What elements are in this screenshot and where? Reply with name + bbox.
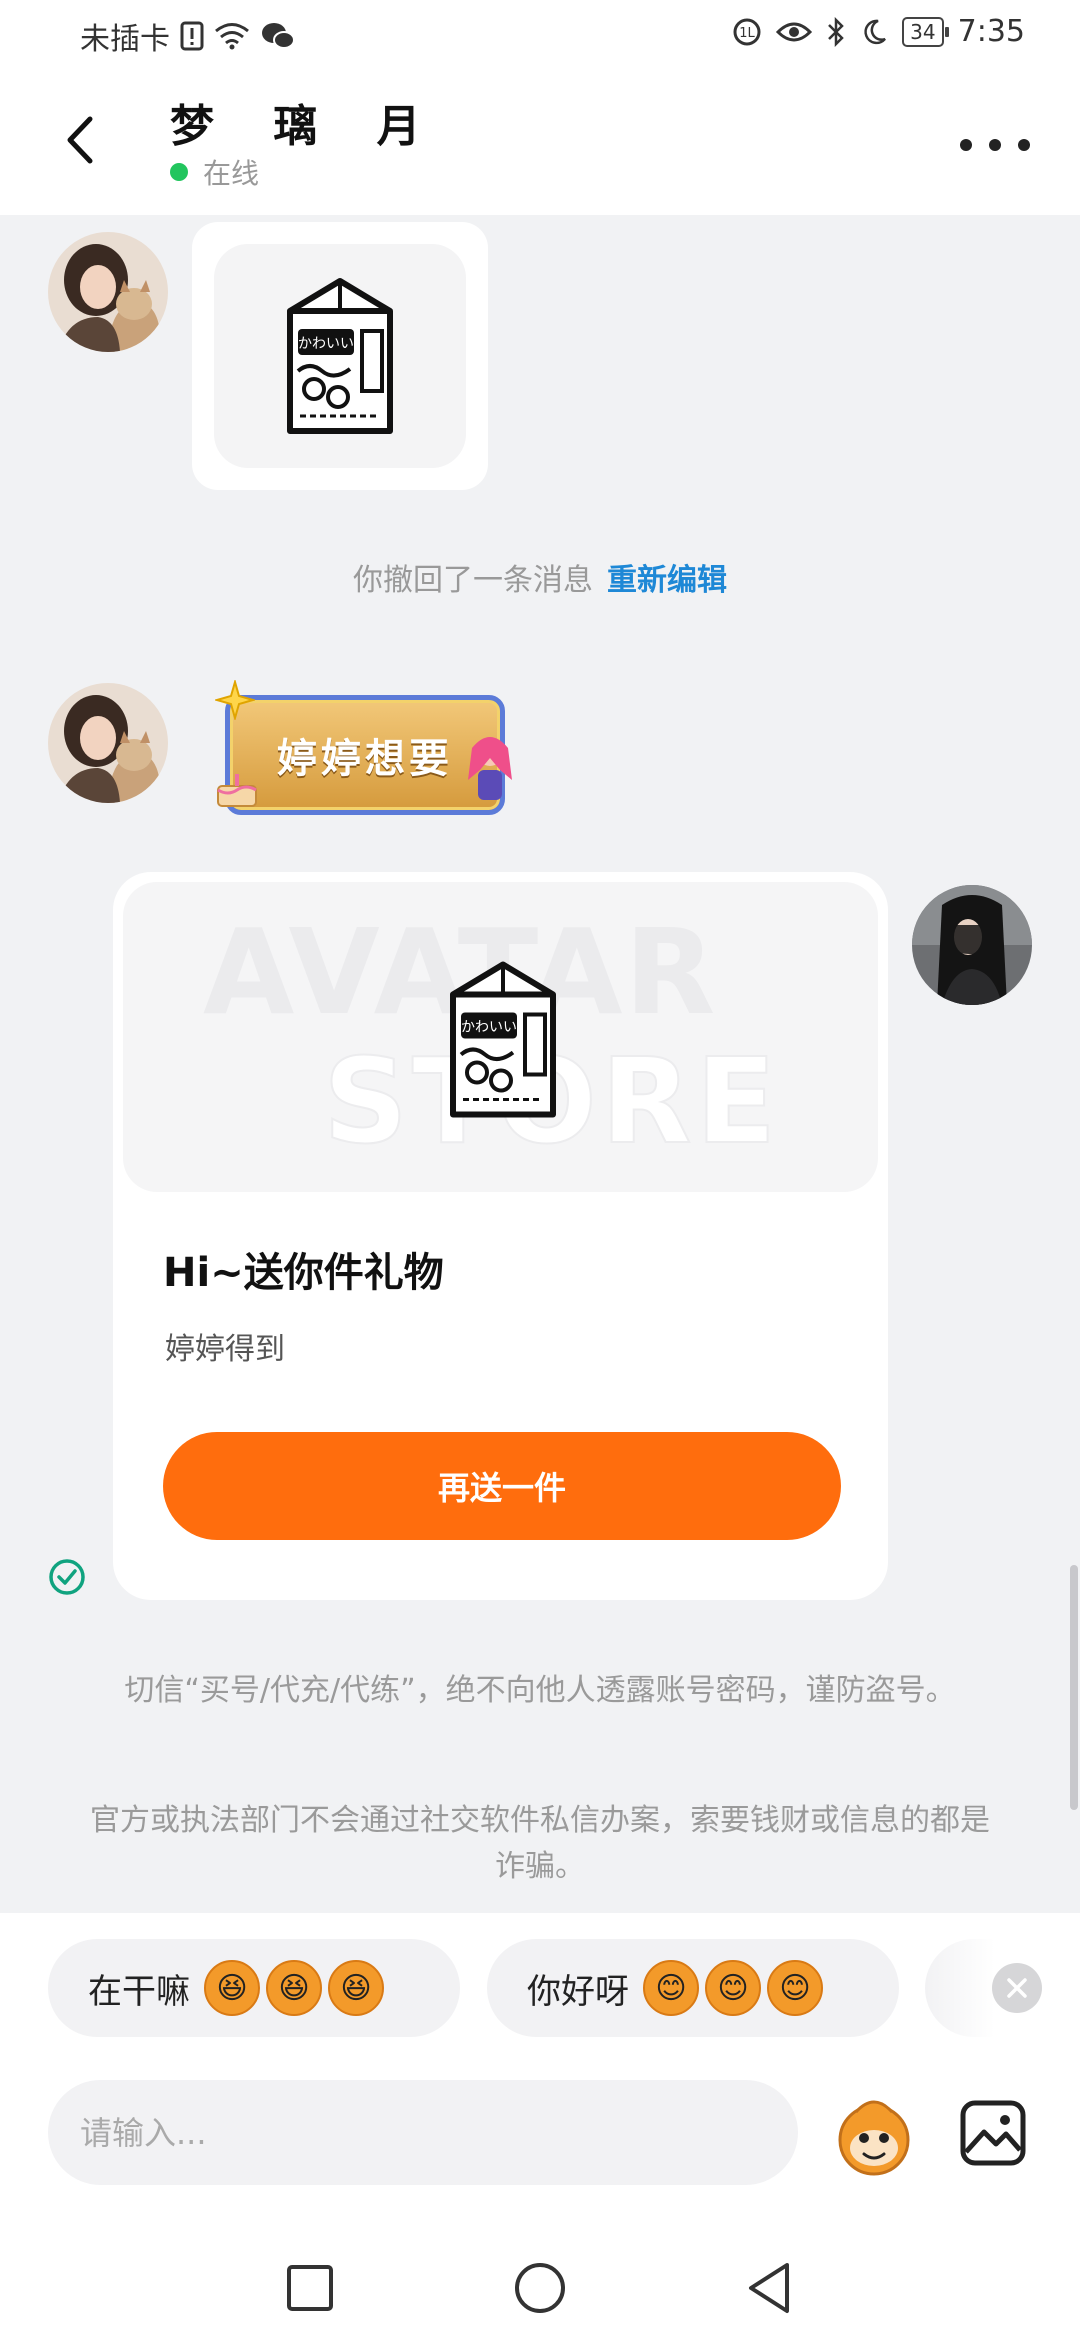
more-options-button[interactable] <box>960 125 1030 165</box>
chat-header: 梦 璃 月 在线 <box>0 70 1080 215</box>
gift-title: Hi~送你件礼物 <box>163 1250 444 1296</box>
contact-avatar[interactable] <box>48 683 168 803</box>
sparkle-icon <box>215 680 255 720</box>
scrollbar[interactable] <box>1070 1565 1078 1810</box>
recents-square-icon[interactable] <box>285 2263 335 2313</box>
gift-card: AVATAR STORE かわいい Hi~送你件礼物 婷婷得到 再送一件 <box>113 872 888 1600</box>
check-circle-icon <box>49 1559 85 1595</box>
milk-carton-gift-icon: かわいい <box>450 961 556 1118</box>
bluetooth-icon <box>828 16 844 47</box>
my-avatar[interactable] <box>912 885 1032 1005</box>
recall-text: 你撤回了一条消息 <box>353 563 593 598</box>
milk-carton-sticker: かわいい <box>287 278 393 434</box>
image-icon[interactable] <box>958 2098 1028 2168</box>
gift-subtitle: 婷婷得到 <box>165 1332 285 1367</box>
emoji-icon[interactable] <box>830 2092 918 2180</box>
re-edit-link[interactable]: 重新编辑 <box>607 563 727 598</box>
quick-reply-chip-partial[interactable] <box>925 1939 995 2037</box>
back-triangle-icon[interactable] <box>745 2261 795 2315</box>
send-another-gift-button[interactable]: 再送一件 <box>163 1432 841 1540</box>
contact-name: 梦 璃 月 <box>170 101 443 152</box>
contact-avatar[interactable] <box>48 232 168 352</box>
fraud-warning: 官方或执法部门不会通过社交软件私信办案，索要钱财或信息的都是诈骗。 <box>90 1803 990 1884</box>
carrier-text: 未插卡 <box>80 22 170 57</box>
avatar-image <box>912 885 1032 1005</box>
system-nav-bar <box>0 2235 1080 2340</box>
composer-panel: 在干嘛 😆 😆 😆 你好呀 😊 😊 😊 <box>0 1913 1080 2235</box>
smiling-monkey-icon: 😊 <box>767 1960 823 2016</box>
home-circle-icon[interactable] <box>513 2261 567 2315</box>
security-warning: 切信“买号/代充/代练”，绝不向他人透露账号密码，谨防盗号。 <box>124 1673 956 1708</box>
battery-icon: 34 <box>902 16 950 47</box>
online-status: 在线 <box>203 157 260 190</box>
quick-reply-label: 在干嘛 <box>88 1971 190 2012</box>
eye-comfort-icon <box>776 22 813 41</box>
cake-icon <box>217 774 257 807</box>
status-bar: 未插卡 1L 34 7:35 <box>0 0 1080 70</box>
back-button[interactable] <box>50 110 110 170</box>
close-icon <box>1007 1978 1027 1998</box>
status-left: 未插卡 <box>80 14 296 58</box>
status-right: 1L 34 7:35 <box>732 14 1025 49</box>
sticker-image: かわいい <box>214 244 466 468</box>
laughing-monkey-icon: 😆 <box>328 1960 384 2016</box>
smiling-monkey-icon: 😊 <box>643 1960 699 2016</box>
smiling-monkey-icon: 😊 <box>705 1960 761 2016</box>
message-input[interactable] <box>48 2080 798 2185</box>
avatar-image <box>48 683 168 803</box>
close-quick-replies-button[interactable] <box>992 1963 1042 2013</box>
chevron-left-icon <box>67 116 93 164</box>
gift-image[interactable]: AVATAR STORE かわいい <box>123 882 878 1192</box>
laughing-monkey-icon: 😆 <box>266 1960 322 2016</box>
more-dots-icon <box>960 139 972 151</box>
quick-reply-chip[interactable]: 在干嘛 😆 😆 😆 <box>48 1939 460 2037</box>
quick-reply-label: 你好呀 <box>527 1971 629 2012</box>
sticker-message[interactable]: かわいい <box>192 222 488 490</box>
badge-text: 婷婷想要 <box>277 736 453 782</box>
clock: 7:35 <box>957 14 1025 49</box>
svg-text:かわいい: かわいい <box>461 1020 517 1036</box>
wifi-icon <box>215 23 249 50</box>
online-indicator <box>170 163 188 181</box>
quick-reply-chip[interactable]: 你好呀 😊 😊 😊 <box>487 1939 899 2037</box>
moon-icon <box>864 19 887 44</box>
avatar-image <box>48 232 168 352</box>
laughing-monkey-icon: 😆 <box>204 1960 260 2016</box>
svg-text:かわいい: かわいい <box>298 336 354 352</box>
sim-alert-icon <box>180 21 204 51</box>
svg-text:1L: 1L <box>739 26 755 41</box>
hd-icon: 1L <box>733 18 761 45</box>
recall-notice: 你撤回了一条消息 重新编辑 <box>0 555 1080 599</box>
anime-character-icon <box>468 737 512 800</box>
wechat-icon <box>262 23 295 49</box>
